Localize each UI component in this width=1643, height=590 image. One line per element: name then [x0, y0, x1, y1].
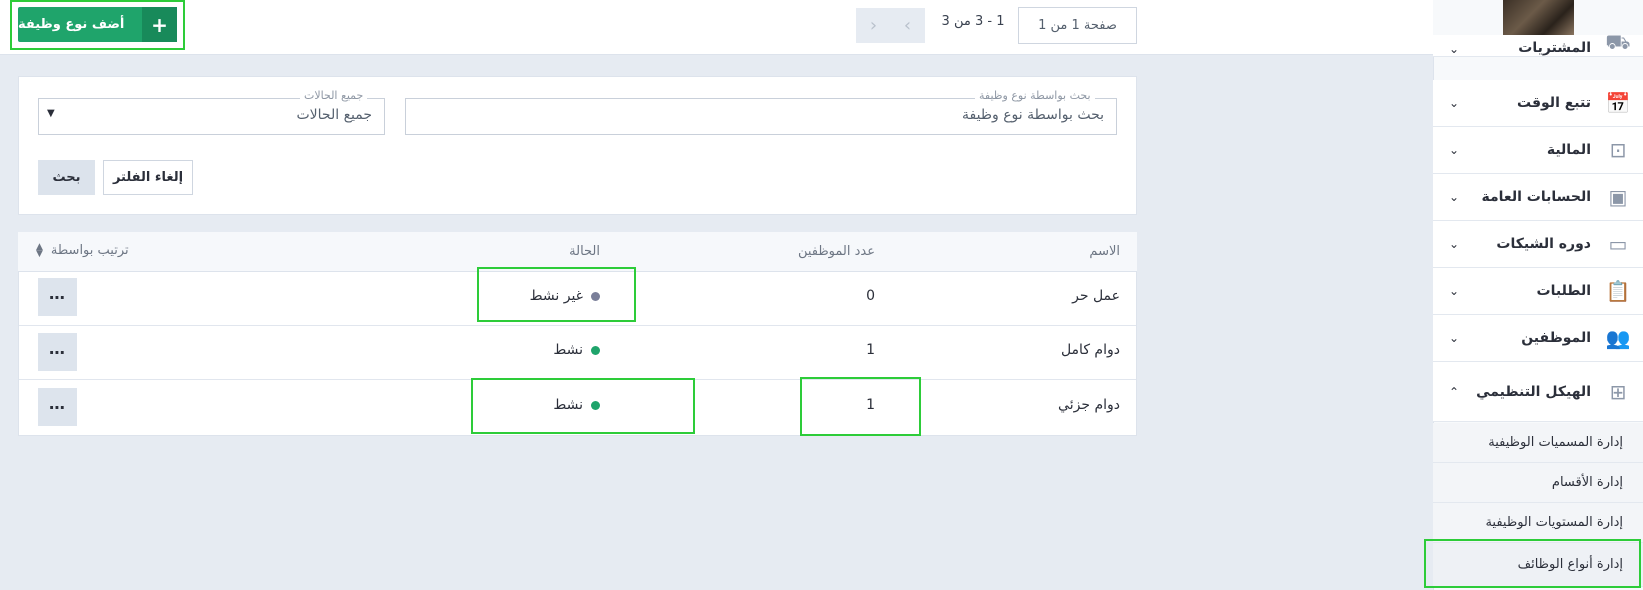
status-dot-icon	[591, 345, 600, 355]
chevron-down-icon: ⌄	[1449, 190, 1460, 204]
row-2-status: نشط	[480, 342, 600, 358]
row-1-status: غير نشط	[480, 288, 600, 304]
money-icon: ▣	[1608, 185, 1628, 209]
row-1-employees: 0	[866, 288, 875, 304]
plus-icon: +	[142, 7, 177, 42]
next-page-button[interactable]: ›	[856, 8, 891, 43]
chevron-down-icon: ⌄	[1449, 42, 1460, 56]
more-icon: ⋯	[49, 287, 66, 307]
add-job-type-button[interactable]: + أضف نوع وظيفة	[18, 7, 177, 42]
sidebar-subitem-job-levels[interactable]: إدارة المستويات الوظيفية	[1433, 503, 1643, 543]
row-divider	[19, 379, 1136, 380]
row-3-actions-button[interactable]: ⋯	[38, 388, 77, 426]
check-icon: ▭	[1608, 232, 1628, 256]
add-job-type-label: أضف نوع وظيفة	[18, 17, 125, 32]
sidebar-item-general-accounts[interactable]: ▣ الحسابات العامة ⌄	[1433, 174, 1643, 221]
header-status: الحالة	[569, 244, 600, 259]
chevron-down-icon: ⌄	[1449, 237, 1460, 251]
row-3-status: نشط	[480, 397, 600, 413]
caret-down-icon: ▼	[47, 108, 55, 119]
sort-by-label: ترتيب بواسطة	[50, 243, 129, 258]
row-3-name: دوام جزئي	[1058, 397, 1120, 413]
search-button[interactable]: بحث	[38, 160, 95, 195]
chevron-down-icon: ⌄	[1449, 331, 1460, 345]
chevron-left-icon: ‹	[903, 15, 912, 36]
chevron-down-icon: ⌄	[1449, 143, 1460, 157]
truck-icon: ⛟	[1605, 35, 1631, 54]
sidebar-item-purchases[interactable]: ⛟ المشتريات ⌄	[1433, 35, 1643, 57]
prev-page-button[interactable]: ‹	[890, 8, 925, 43]
status-dot-icon	[591, 400, 600, 410]
search-placeholder: بحث بواسطة نوع وظيفة	[962, 107, 1104, 123]
page-indicator: صفحة 1 من 1	[1018, 7, 1137, 44]
chevron-down-icon: ⌄	[1449, 96, 1460, 110]
sidebar-item-finance[interactable]: ⊡ المالية ⌄	[1433, 127, 1643, 174]
header-name: الاسم	[1089, 244, 1120, 259]
row-3-employees: 1	[866, 397, 875, 413]
header-employees: عدد الموظفين	[797, 244, 875, 259]
sidebar-subitem-job-types[interactable]: إدارة أنواع الوظائف	[1433, 543, 1643, 587]
sidebar-item-cheque-cycle[interactable]: ▭ دوره الشيكات ⌄	[1433, 221, 1643, 268]
row-1-name: عمل حر	[1072, 288, 1120, 304]
chevron-right-icon: ›	[869, 15, 878, 36]
sort-icon: ▲ ▼	[36, 241, 43, 259]
more-icon: ⋯	[49, 397, 66, 417]
sidebar-item-org-structure[interactable]: ⊞ الهيكل التنظيمي ⌃	[1433, 362, 1643, 422]
status-select-value: جميع الحالات	[296, 107, 373, 123]
status-dot-icon	[591, 291, 600, 301]
sidebar-item-time-tracking[interactable]: 📅 تتبع الوقت ⌄	[1433, 80, 1643, 127]
sidebar-subitem-departments[interactable]: إدارة الأقسام	[1433, 463, 1643, 503]
company-logo[interactable]	[1503, 0, 1574, 35]
row-1-actions-button[interactable]: ⋯	[38, 278, 77, 316]
chevron-down-icon: ⌄	[1449, 284, 1460, 298]
sidebar-item-employees[interactable]: 👥 الموظفين ⌄	[1433, 315, 1643, 362]
users-icon: 👥	[1605, 326, 1631, 350]
calendar-clock-icon: 📅	[1605, 91, 1631, 115]
clear-filter-button[interactable]: إلغاء الفلتر	[103, 160, 193, 195]
search-input-label: بحث بواسطة نوع وظيفة	[975, 89, 1095, 102]
status-select-label: جميع الحالات	[300, 89, 368, 102]
row-2-name: دوام كامل	[1060, 342, 1120, 358]
range-indicator: 1 - 3 من 3	[941, 14, 1005, 29]
row-2-actions-button[interactable]: ⋯	[38, 333, 77, 371]
top-toolbar	[0, 0, 1433, 55]
more-icon: ⋯	[49, 342, 66, 362]
chevron-up-icon: ⌃	[1449, 384, 1460, 399]
row-2-employees: 1	[866, 342, 875, 358]
clipboard-icon: 📋	[1605, 279, 1631, 303]
sidebar-item-requests[interactable]: 📋 الطلبات ⌄	[1433, 268, 1643, 315]
sort-by-control[interactable]: ترتيب بواسطة ▲ ▼	[36, 241, 129, 259]
sidebar-subitem-job-titles[interactable]: إدارة المسميات الوظيفية	[1433, 423, 1643, 463]
org-chart-icon: ⊞	[1609, 379, 1627, 404]
row-divider	[19, 325, 1136, 326]
safe-icon: ⊡	[1609, 138, 1627, 162]
